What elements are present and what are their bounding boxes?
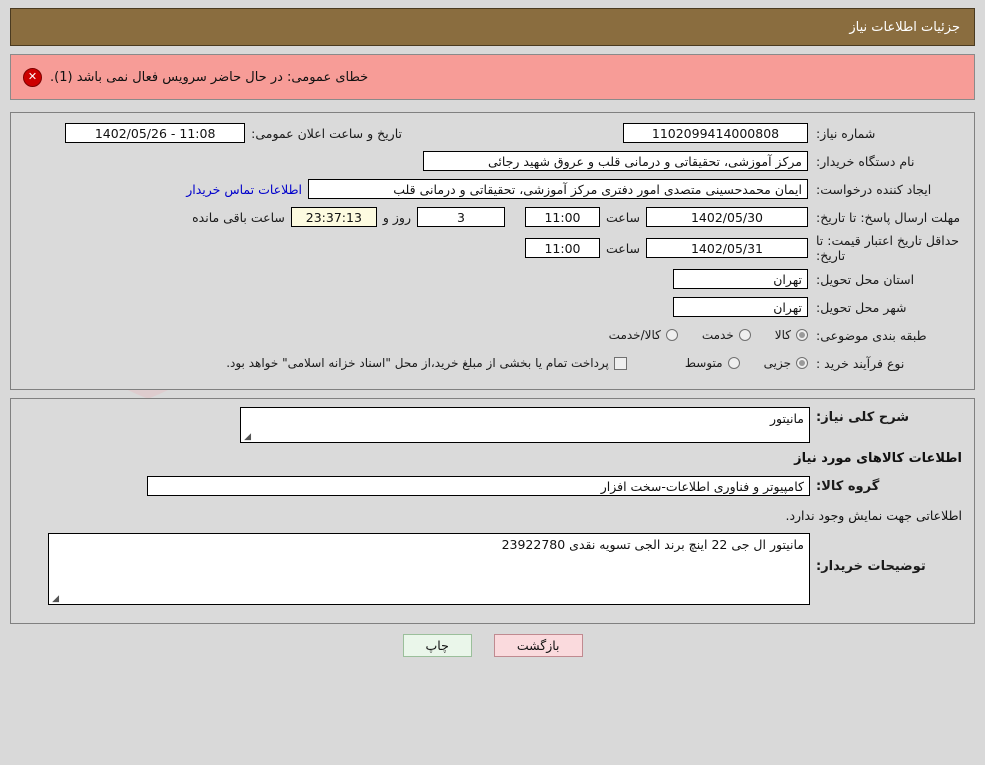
radio-icon-motevaset[interactable] xyxy=(727,357,740,369)
process-option-motevaset[interactable]: متوسط xyxy=(685,356,740,370)
process-option-jozi-label: جزیی xyxy=(763,356,791,370)
row-creator: ایجاد کننده درخواست: ایمان محمدحسینی متص… xyxy=(21,177,964,201)
category-label: طبقه بندی موضوعی: xyxy=(816,327,927,343)
need-details-panel: شماره نیاز: 1102099414000808 تاریخ و ساع… xyxy=(10,112,975,390)
announcement-value: 11:08 - 1402/05/26 xyxy=(65,123,246,143)
radio-icon-kala-khedmat[interactable] xyxy=(665,329,678,341)
print-button[interactable]: چاپ xyxy=(402,634,472,657)
radio-icon-khedmat[interactable] xyxy=(738,329,751,341)
footer-actions: بازگشت چاپ xyxy=(10,634,975,657)
requirement-panel: شرح کلی نیاز: مانیتور ◢ اطلاعات کالاهای … xyxy=(10,398,975,624)
remaining-days-label: روز و xyxy=(382,209,411,225)
row-need-summary: شرح کلی نیاز: مانیتور ◢ xyxy=(21,407,964,443)
need-number-label: شماره نیاز: xyxy=(816,125,876,141)
row-buyer-org: نام دستگاه خریدار: مرکز آموزشی، تحقیقاتی… xyxy=(21,149,964,173)
window-title-bar: جزئیات اطلاعات نیاز xyxy=(10,8,975,46)
deadline-date-value: 1402/05/30 xyxy=(646,207,808,227)
announcement-label: تاریخ و ساعت اعلان عمومی: xyxy=(251,125,402,141)
page-title: جزئیات اطلاعات نیاز xyxy=(849,19,960,35)
checkbox-icon-treasury[interactable] xyxy=(613,356,627,370)
error-circle-icon: ✕ xyxy=(23,67,42,87)
goods-group-label: گروه کالا: xyxy=(816,478,880,494)
row-need-number: شماره نیاز: 1102099414000808 تاریخ و ساع… xyxy=(21,121,964,145)
remaining-clock-value: 23:37:13 xyxy=(290,207,377,227)
category-option-kala[interactable]: کالا xyxy=(775,328,808,342)
validity-label: حداقل تاریخ اعتبار قیمت: تا تاریخ: xyxy=(816,233,960,263)
deadline-label: مهلت ارسال پاسخ: تا تاریخ: xyxy=(816,209,961,225)
category-option-khedmat[interactable]: خدمت xyxy=(702,328,751,342)
row-goods-group: گروه کالا: کامپیوتر و فناوری اطلاعات-سخت… xyxy=(21,474,964,498)
treasury-checkbox-label: پرداخت تمام یا بخشی از مبلغ خرید،از محل … xyxy=(226,356,609,370)
buyer-contact-link[interactable]: اطلاعات تماس خریدار xyxy=(186,182,302,197)
row-subject-category: طبقه بندی موضوعی: کالا خدمت کالا/خدمت xyxy=(21,323,964,347)
province-label: استان محل تحویل: xyxy=(816,271,915,287)
goods-section-title: اطلاعات کالاهای مورد نیاز xyxy=(794,451,962,466)
category-option-kala-khedmat[interactable]: کالا/خدمت xyxy=(609,328,678,342)
buyer-org-label: نام دستگاه خریدار: xyxy=(816,153,915,169)
validity-date-value: 1402/05/31 xyxy=(646,238,808,258)
category-option-kala-label: کالا xyxy=(774,328,791,342)
need-summary-label: شرح کلی نیاز: xyxy=(816,410,910,425)
need-summary-value[interactable]: مانیتور xyxy=(240,407,810,443)
row-price-validity: حداقل تاریخ اعتبار قیمت: تا تاریخ: 1402/… xyxy=(21,233,964,263)
creator-label: ایجاد کننده درخواست: xyxy=(816,181,932,197)
buyer-notes-textarea-wrap: مانیتور ال جی 22 اینچ برند الجی تسویه نق… xyxy=(48,533,810,605)
error-message: خطای عمومی: در حال حاضر سرویس فعال نمی ب… xyxy=(50,69,369,85)
goods-group-value: کامپیوتر و فناوری اطلاعات-سخت افزار xyxy=(147,476,810,496)
validity-hour-value: 11:00 xyxy=(524,238,600,258)
row-province: استان محل تحویل: تهران xyxy=(21,267,964,291)
error-banner: خطای عمومی: در حال حاضر سرویس فعال نمی ب… xyxy=(10,54,975,100)
buyer-org-value: مرکز آموزشی، تحقیقاتی و درمانی قلب و عرو… xyxy=(423,151,808,171)
buyer-notes-value[interactable]: مانیتور ال جی 22 اینچ برند الجی تسویه نق… xyxy=(48,533,810,605)
process-option-motevaset-label: متوسط xyxy=(684,356,723,370)
treasury-checkbox-group[interactable]: پرداخت تمام یا بخشی از مبلغ خرید،از محل … xyxy=(226,356,627,370)
category-option-kala-khedmat-label: کالا/خدمت xyxy=(608,328,661,342)
radio-icon-jozi[interactable] xyxy=(796,357,808,369)
city-value: تهران xyxy=(673,297,808,317)
need-summary-textarea-wrap: مانیتور ◢ xyxy=(240,407,810,443)
deadline-hour-value: 11:00 xyxy=(524,207,600,227)
remaining-suffix-label: ساعت باقی مانده xyxy=(192,209,285,225)
creator-value: ایمان محمدحسینی متصدی امور دفتری مرکز آم… xyxy=(308,179,808,199)
row-purchase-process: نوع فرآیند خرید : جزیی متوسط پرداخت تمام… xyxy=(21,351,964,375)
row-city: شهر محل تحویل: تهران xyxy=(21,295,964,319)
need-number-value: 1102099414000808 xyxy=(623,123,808,143)
radio-icon-kala[interactable] xyxy=(796,329,808,341)
province-value: تهران xyxy=(673,269,808,289)
city-label: شهر محل تحویل: xyxy=(816,299,907,315)
row-buyer-notes: توضیحات خریدار: مانیتور ال جی 22 اینچ بر… xyxy=(21,533,964,605)
remaining-days-value: 3 xyxy=(416,207,505,227)
process-label: نوع فرآیند خرید : xyxy=(816,355,905,371)
category-option-khedmat-label: خدمت xyxy=(701,328,734,342)
empty-goods-note: اطلاعاتی جهت نمایش وجود ندارد. xyxy=(785,508,962,523)
row-response-deadline: مهلت ارسال پاسخ: تا تاریخ: 1402/05/30 سا… xyxy=(21,205,964,229)
process-option-jozi[interactable]: جزیی xyxy=(764,356,808,370)
back-button[interactable]: بازگشت xyxy=(493,634,583,657)
deadline-hour-label: ساعت xyxy=(605,209,640,225)
buyer-notes-label: توضیحات خریدار: xyxy=(816,559,926,574)
validity-hour-label: ساعت xyxy=(605,240,640,256)
